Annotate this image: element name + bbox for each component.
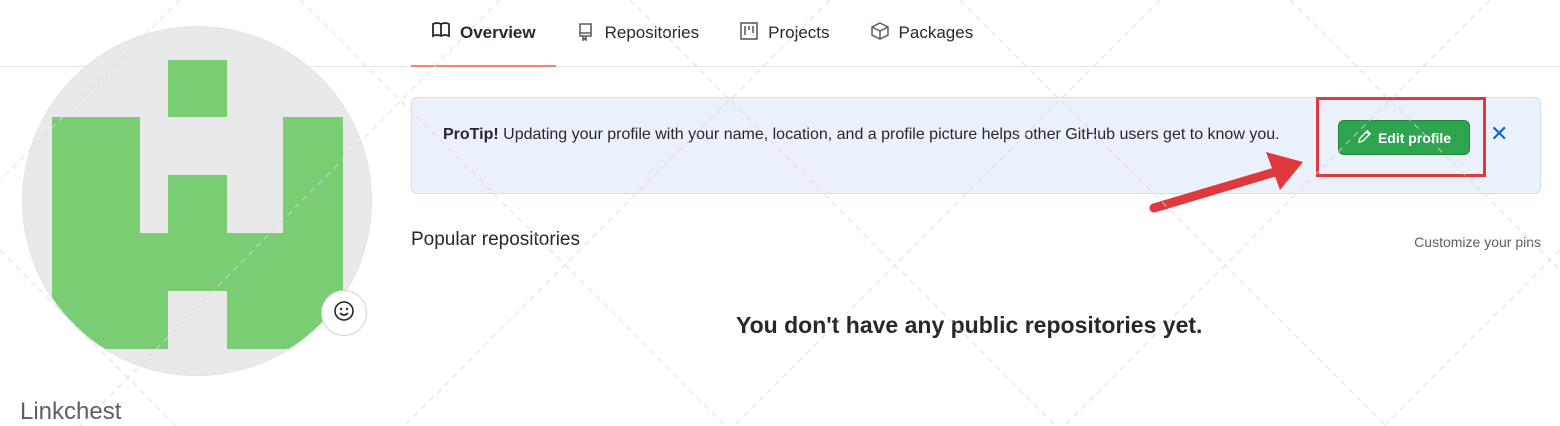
tab-packages[interactable]: Packages xyxy=(850,0,994,66)
book-icon xyxy=(431,20,451,45)
avatar[interactable] xyxy=(22,26,372,376)
project-icon xyxy=(739,21,759,46)
dismiss-close-icon[interactable]: ✕ xyxy=(1490,120,1508,148)
popular-repositories-title: Popular repositories xyxy=(411,229,580,250)
tab-projects[interactable]: Projects xyxy=(719,0,849,66)
tab-projects-label: Projects xyxy=(768,23,830,42)
protip-text: ProTip! Updating your profile with your … xyxy=(443,122,1293,148)
tab-overview-label: Overview xyxy=(460,22,536,42)
tab-repositories[interactable]: Repositories xyxy=(556,0,720,66)
tab-repositories-label: Repositories xyxy=(604,23,700,42)
customize-pins-link[interactable]: Customize your pins xyxy=(1414,234,1541,250)
repo-icon xyxy=(576,21,596,46)
profile-tabs: Overview Repositories Projects Packages xyxy=(411,0,994,67)
tab-overview[interactable]: Overview xyxy=(411,0,556,67)
profile-username: Linkchest xyxy=(20,398,122,425)
set-status-button[interactable] xyxy=(321,290,367,336)
annotation-highlight-box xyxy=(1316,97,1486,177)
identicon-image xyxy=(52,60,343,349)
tab-packages-label: Packages xyxy=(898,23,974,42)
package-icon xyxy=(870,21,890,46)
annotation-arrow-icon xyxy=(1149,152,1303,213)
protip-bold: ProTip! xyxy=(443,126,499,143)
empty-repos-message: You don't have any public repositories y… xyxy=(736,312,1203,338)
protip-body: Updating your profile with your name, lo… xyxy=(498,126,1280,143)
smiley-icon xyxy=(333,300,355,327)
